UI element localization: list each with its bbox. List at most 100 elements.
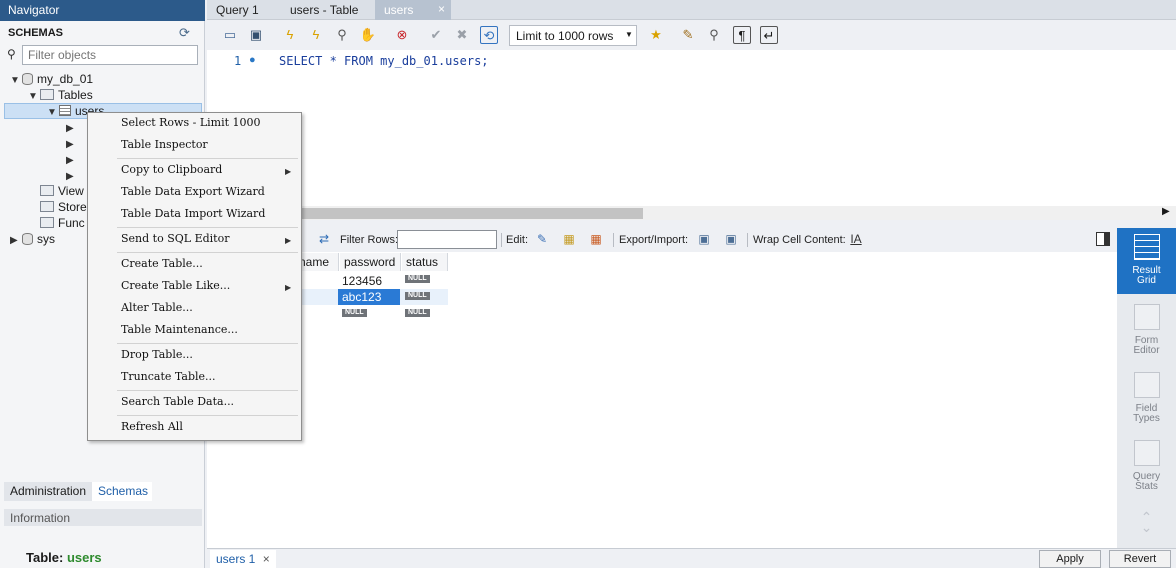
separator [613, 233, 614, 247]
cell-password-selected[interactable]: abc123 [338, 289, 400, 305]
tab-users[interactable]: users × [375, 0, 451, 20]
close-icon[interactable]: × [263, 552, 270, 566]
execute-current-icon[interactable]: ϟ [307, 26, 325, 44]
menu-item-select-rows[interactable]: Select Rows - Limit 1000 [121, 116, 261, 129]
menu-item-create-table[interactable]: Create Table... [121, 257, 203, 270]
execute-icon[interactable]: ϟ [281, 26, 299, 44]
save-icon[interactable]: ▣ [247, 26, 265, 44]
menu-item-drop-table[interactable]: Drop Table... [121, 348, 193, 361]
apply-button[interactable]: Apply [1039, 550, 1101, 568]
column-header-password[interactable]: password [340, 253, 401, 271]
tree-item-views[interactable]: View [38, 183, 84, 199]
scroll-panel-icon[interactable]: ⌃ ⌄ [1117, 510, 1176, 542]
sql-editor[interactable]: 1 ● SELECT * FROM my_db_01.users; [207, 50, 1176, 206]
tab-administration[interactable]: Administration [4, 482, 92, 501]
tree-item-sys[interactable]: ▶ sys [10, 231, 55, 247]
horizontal-scrollbar[interactable]: ▶ [207, 206, 1176, 220]
folder-icon [40, 201, 54, 212]
export-icon[interactable]: ▣ [695, 232, 713, 248]
menu-item-copy-to-clipboard[interactable]: Copy to Clipboard [121, 163, 222, 176]
context-menu: Select Rows - Limit 1000 Table Inspector… [87, 112, 302, 441]
menu-item-import-wizard[interactable]: Table Data Import Wizard [121, 207, 265, 220]
tab-query-1[interactable]: Query 1 [207, 0, 277, 20]
rollback-icon[interactable]: ✖ [453, 26, 471, 44]
field-types-button[interactable]: Field Types [1117, 366, 1176, 432]
tree-subitem[interactable]: ▶ [66, 151, 76, 167]
open-file-icon[interactable]: ▭ [221, 26, 239, 44]
menu-item-table-maintenance[interactable]: Table Maintenance... [121, 323, 238, 336]
menu-item-refresh-all[interactable]: Refresh All [121, 420, 183, 433]
tree-subitem[interactable]: ▶ [66, 119, 76, 135]
tree-item-my-db-01[interactable]: ▼ my_db_01 [10, 71, 93, 87]
edit-row-icon[interactable]: ✎ [533, 232, 551, 248]
form-editor-icon [1133, 304, 1160, 330]
filter-objects-input[interactable] [22, 45, 198, 65]
separator [501, 233, 502, 247]
information-header: Information [4, 509, 202, 526]
query-stats-icon [1133, 440, 1160, 466]
navigator-title: Navigator [0, 0, 205, 21]
explain-icon[interactable]: ⚲ [333, 26, 351, 44]
tree-item-tables[interactable]: ▼ Tables [28, 87, 93, 103]
tab-users-table[interactable]: users - Table [281, 0, 375, 20]
menu-item-alter-table[interactable]: Alter Table... [121, 301, 193, 314]
cell-status[interactable]: NULL [401, 288, 447, 304]
cell-password[interactable]: 123456 [338, 273, 400, 289]
folder-icon [40, 185, 54, 196]
add-snippet-icon[interactable]: ★ [647, 26, 665, 44]
refresh-results-icon[interactable]: ⇄ [315, 232, 333, 248]
cell-status[interactable]: NULL [401, 305, 447, 321]
collapsed-arrow-icon[interactable]: ▶ [10, 233, 20, 249]
database-icon [22, 73, 33, 85]
toggle-side-panel-icon[interactable] [1096, 232, 1110, 246]
autocommit-icon[interactable]: ⟲ [480, 26, 498, 44]
tree-item-functions[interactable]: Func [38, 215, 85, 231]
wrap-cell-icon[interactable]: IA [847, 232, 865, 248]
menu-item-export-wizard[interactable]: Table Data Export Wizard [121, 185, 265, 198]
tree-subitem[interactable]: ▶ [66, 135, 76, 151]
column-header-status[interactable]: status [402, 253, 448, 271]
tree-item-stored-procedures[interactable]: Store [38, 199, 87, 215]
expand-arrow-icon[interactable]: ▼ [47, 105, 57, 121]
menu-separator [117, 158, 298, 159]
stop-on-error-icon[interactable]: ⊗ [393, 26, 411, 44]
dropdown-arrow-icon[interactable]: ▼ [625, 30, 633, 39]
result-grid-button[interactable]: Result Grid [1117, 228, 1176, 294]
navigator-bottom-tabs: Administration Schemas [4, 482, 202, 501]
menu-item-create-table-like[interactable]: Create Table Like... [121, 279, 230, 292]
menu-separator [117, 343, 298, 344]
insert-row-icon[interactable]: ▦ [560, 232, 578, 248]
beautify-icon[interactable]: ✎ [679, 26, 697, 44]
menu-item-table-inspector[interactable]: Table Inspector [121, 138, 208, 151]
tree-subitem[interactable]: ▶ [66, 167, 76, 183]
cell-password[interactable]: NULL [338, 305, 400, 321]
form-editor-button[interactable]: Form Editor [1117, 298, 1176, 364]
expand-arrow-icon[interactable]: ▼ [10, 73, 20, 89]
submenu-arrow-icon: ▶ [285, 167, 292, 176]
submenu-arrow-icon: ▶ [285, 283, 292, 292]
menu-item-send-to-sql-editor[interactable]: Send to SQL Editor [121, 232, 229, 245]
delete-row-icon[interactable]: ▦ [587, 232, 605, 248]
invisible-chars-icon[interactable]: ¶ [733, 26, 751, 44]
commit-icon[interactable]: ✔ [427, 26, 445, 44]
limit-rows-select[interactable]: Limit to 1000 rows [509, 25, 637, 46]
refresh-schemas-icon[interactable]: ⟳ [179, 25, 193, 40]
revert-button[interactable]: Revert [1109, 550, 1171, 568]
result-tab-users-1[interactable]: users 1 × [210, 550, 276, 568]
scroll-right-icon[interactable]: ▶ [1162, 206, 1170, 217]
find-icon[interactable]: ⚲ [705, 26, 723, 44]
null-badge: NULL [342, 309, 367, 317]
close-icon[interactable]: × [438, 2, 445, 16]
tab-schemas[interactable]: Schemas [92, 482, 152, 501]
import-icon[interactable]: ▣ [722, 232, 740, 248]
stop-icon[interactable]: ✋ [359, 26, 377, 44]
filter-rows-input[interactable] [397, 230, 497, 249]
sql-text[interactable]: SELECT * FROM my_db_01.users; [279, 54, 489, 68]
result-grid[interactable]: name password status 123456 NULL abc123 … [207, 252, 1117, 548]
menu-item-truncate-table[interactable]: Truncate Table... [121, 370, 216, 383]
query-stats-button[interactable]: Query Stats [1117, 434, 1176, 500]
cell-status[interactable]: NULL [401, 271, 447, 287]
menu-item-search-table-data[interactable]: Search Table Data... [121, 395, 234, 408]
word-wrap-icon[interactable]: ↵ [760, 26, 778, 44]
menu-separator [117, 227, 298, 228]
